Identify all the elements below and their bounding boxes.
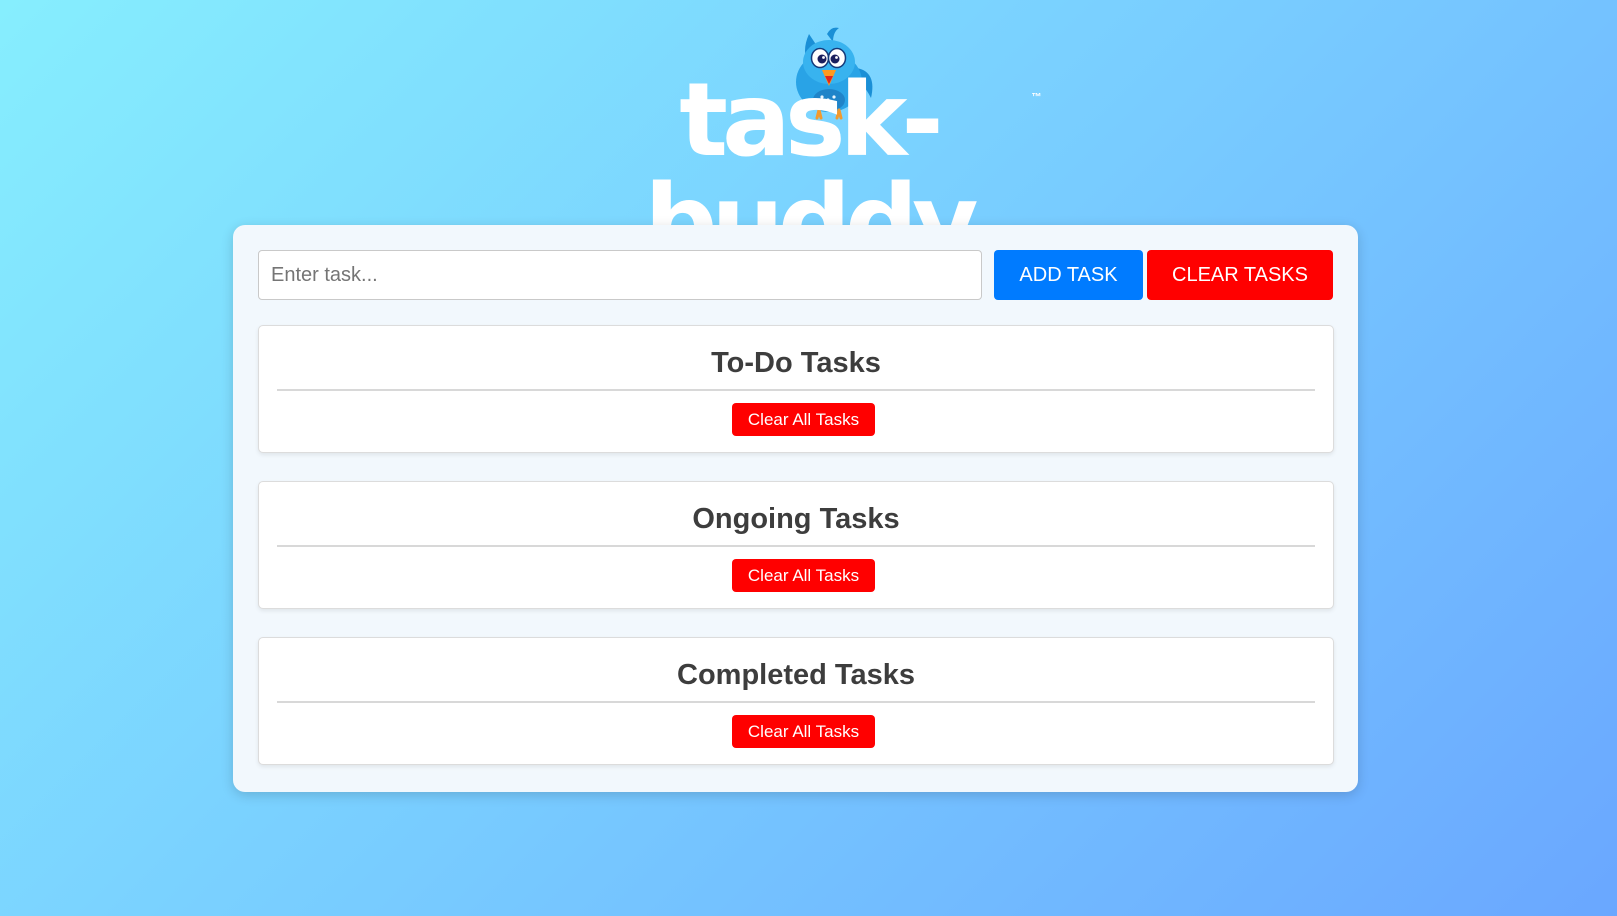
section-title: Ongoing Tasks (692, 503, 900, 535)
completed-section: Completed Tasks Clear All Tasks (258, 637, 1334, 765)
section-title: To-Do Tasks (711, 347, 881, 379)
header: task-buddy ™ (0, 14, 1617, 274)
add-task-button[interactable]: ADD TASK (994, 250, 1143, 300)
todo-section: To-Do Tasks Clear All Tasks (258, 325, 1334, 453)
section-divider (277, 545, 1315, 547)
clear-completed-button[interactable]: Clear All Tasks (732, 715, 875, 748)
section-title: Completed Tasks (677, 659, 915, 691)
logo: task-buddy ™ (559, 14, 1059, 274)
ongoing-section: Ongoing Tasks Clear All Tasks (258, 481, 1334, 609)
trademark-symbol: ™ (1031, 92, 1042, 103)
task-input[interactable] (258, 250, 982, 300)
clear-tasks-button[interactable]: CLEAR TASKS (1147, 250, 1333, 300)
clear-ongoing-button[interactable]: Clear All Tasks (732, 559, 875, 592)
section-divider (277, 701, 1315, 703)
section-divider (277, 389, 1315, 391)
task-board-card: ADD TASK CLEAR TASKS To-Do Tasks Clear A… (233, 225, 1358, 792)
clear-todo-button[interactable]: Clear All Tasks (732, 403, 875, 436)
